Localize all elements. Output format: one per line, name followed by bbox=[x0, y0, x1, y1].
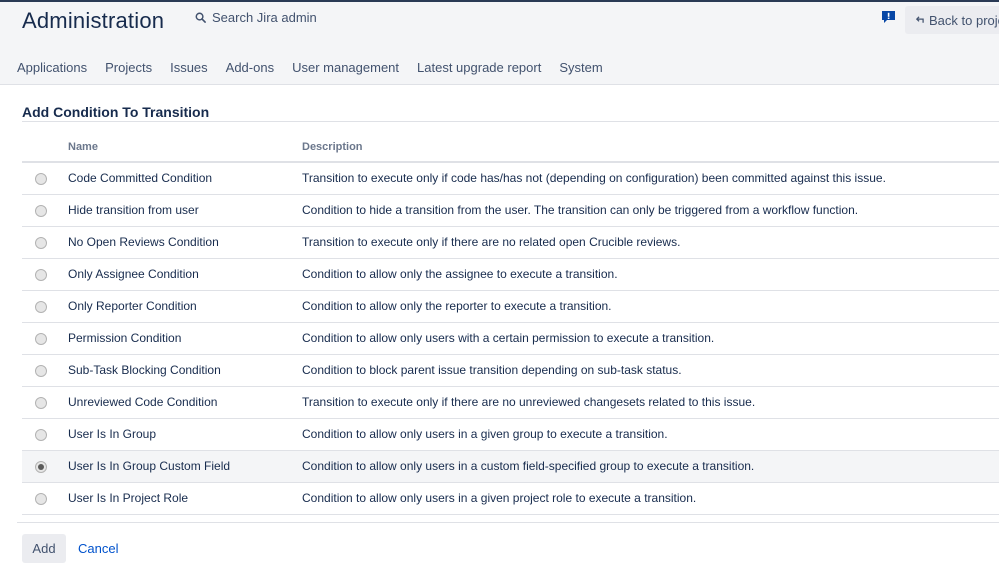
nav-add-ons[interactable]: Add-ons bbox=[226, 60, 274, 75]
condition-radio[interactable] bbox=[35, 333, 47, 345]
condition-description: Condition to allow only users in a given… bbox=[302, 491, 697, 505]
condition-row[interactable]: Unreviewed Code Condition Transition to … bbox=[22, 387, 999, 419]
condition-name: User Is In Group Custom Field bbox=[68, 459, 231, 473]
page-title: Administration bbox=[22, 8, 165, 33]
condition-radio[interactable] bbox=[35, 461, 47, 473]
condition-name: Sub-Task Blocking Condition bbox=[68, 363, 221, 377]
condition-row[interactable]: User Is In Group Custom Field Condition … bbox=[22, 451, 999, 483]
condition-description: Condition to allow only the reporter to … bbox=[302, 299, 612, 313]
condition-description: Condition to allow only the assignee to … bbox=[302, 267, 618, 281]
section-divider bbox=[22, 121, 999, 122]
nav-latest-upgrade-report[interactable]: Latest upgrade report bbox=[417, 60, 541, 75]
nav-issues[interactable]: Issues bbox=[170, 60, 208, 75]
condition-description: Transition to execute only if there are … bbox=[302, 235, 681, 249]
column-header-name: Name bbox=[68, 141, 98, 153]
search-label: Search Jira admin bbox=[212, 10, 317, 25]
back-to-project-label: Back to project bbox=[929, 12, 999, 28]
condition-name: Unreviewed Code Condition bbox=[68, 395, 218, 409]
condition-radio[interactable] bbox=[35, 237, 47, 249]
condition-description: Condition to allow only users with a cer… bbox=[302, 331, 715, 345]
condition-radio[interactable] bbox=[35, 205, 47, 217]
search-jira-admin[interactable]: Search Jira admin bbox=[195, 10, 317, 25]
condition-description: Transition to execute only if code has/h… bbox=[302, 171, 886, 185]
condition-row[interactable]: User Is In Project Role Condition to all… bbox=[22, 483, 999, 515]
back-arrow-icon bbox=[915, 16, 924, 23]
cancel-link[interactable]: Cancel bbox=[78, 541, 118, 556]
condition-description: Condition to allow only users in a given… bbox=[302, 427, 668, 441]
condition-row[interactable]: Hide transition from user Condition to h… bbox=[22, 195, 999, 227]
back-to-project-button[interactable]: Back to project bbox=[905, 6, 999, 34]
nav-applications[interactable]: Applications bbox=[17, 60, 87, 75]
section-title: Add Condition To Transition bbox=[22, 104, 210, 120]
condition-name: Code Committed Condition bbox=[68, 171, 213, 185]
condition-name: User Is In Project Role bbox=[68, 491, 189, 505]
condition-row[interactable]: Only Reporter Condition Condition to all… bbox=[22, 291, 999, 323]
condition-row[interactable]: No Open Reviews Condition Transition to … bbox=[22, 227, 999, 259]
nav-system[interactable]: System bbox=[559, 60, 602, 75]
column-header-description: Description bbox=[302, 141, 363, 153]
feedback-icon[interactable] bbox=[881, 10, 896, 24]
condition-name: User Is In Group bbox=[68, 427, 157, 441]
condition-description: Transition to execute only if there are … bbox=[302, 395, 756, 409]
condition-description: Condition to allow only users in a custo… bbox=[302, 459, 755, 473]
condition-row[interactable]: Code Committed Condition Transition to e… bbox=[22, 163, 999, 195]
condition-row[interactable]: Sub-Task Blocking Condition Condition to… bbox=[22, 355, 999, 387]
condition-name: Hide transition from user bbox=[68, 203, 199, 217]
add-button[interactable]: Add bbox=[22, 534, 66, 563]
condition-description: Condition to hide a transition from the … bbox=[302, 203, 859, 217]
condition-row[interactable]: Permission Condition Condition to allow … bbox=[22, 323, 999, 355]
footer-divider bbox=[17, 522, 999, 523]
conditions-table: Name Description Code Committed Conditio… bbox=[22, 131, 999, 515]
condition-name: Only Reporter Condition bbox=[68, 299, 197, 313]
condition-description: Condition to block parent issue transiti… bbox=[302, 363, 682, 377]
condition-radio[interactable] bbox=[35, 365, 47, 377]
condition-radio[interactable] bbox=[35, 269, 47, 281]
table-header: Name Description bbox=[22, 131, 999, 163]
admin-header: Administration Search Jira admin Back to… bbox=[0, 2, 999, 85]
admin-nav: Applications Projects Issues Add-ons Use… bbox=[17, 60, 621, 75]
condition-radio[interactable] bbox=[35, 493, 47, 505]
condition-radio[interactable] bbox=[35, 397, 47, 409]
search-icon bbox=[195, 12, 206, 23]
condition-row[interactable]: Only Assignee Condition Condition to all… bbox=[22, 259, 999, 291]
nav-projects[interactable]: Projects bbox=[105, 60, 152, 75]
condition-name: Permission Condition bbox=[68, 331, 182, 345]
condition-radio[interactable] bbox=[35, 301, 47, 313]
condition-name: No Open Reviews Condition bbox=[68, 235, 219, 249]
nav-user-management[interactable]: User management bbox=[292, 60, 399, 75]
condition-name: Only Assignee Condition bbox=[68, 267, 199, 281]
condition-row[interactable]: User Is In Group Condition to allow only… bbox=[22, 419, 999, 451]
condition-radio[interactable] bbox=[35, 429, 47, 441]
condition-radio[interactable] bbox=[35, 173, 47, 185]
